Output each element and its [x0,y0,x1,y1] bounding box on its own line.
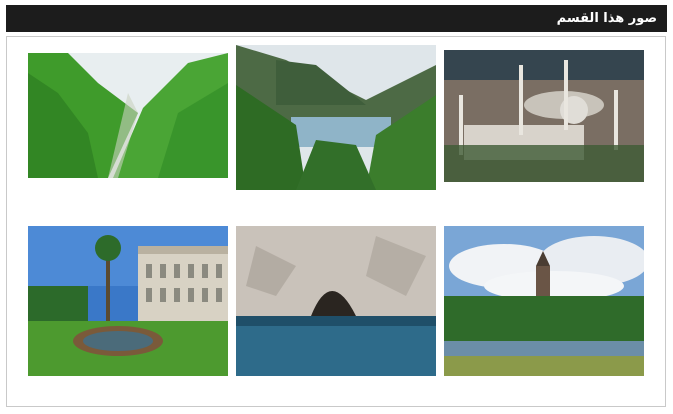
gallery-image-forest-valley[interactable] [28,53,228,178]
gallery-image-sea-cave[interactable] [236,226,436,376]
gallery-image-lakeside-church[interactable] [444,226,644,376]
gallery-image-mosque[interactable] [444,50,644,182]
gallery-image-mountain-lake[interactable] [236,45,436,190]
gallery-image-palace-garden[interactable] [28,226,228,376]
section-header: صور هذا القسم [6,5,667,32]
section-title: صور هذا القسم [556,11,657,26]
